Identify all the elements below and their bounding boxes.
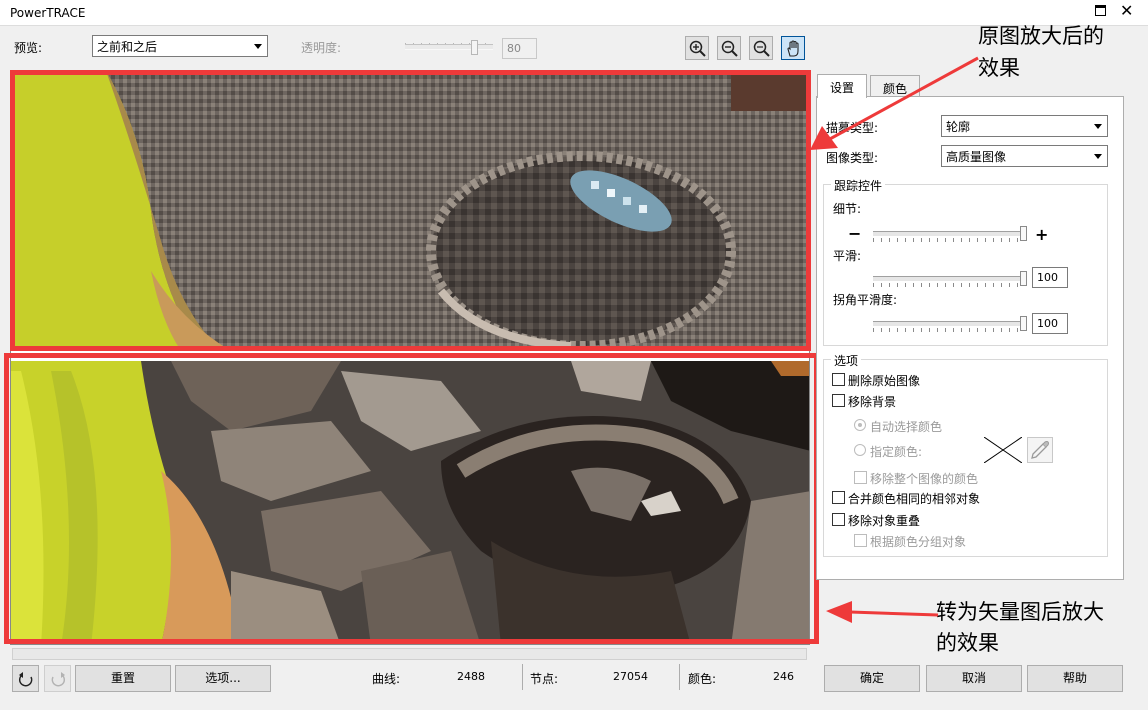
remove-overlap-checkbox[interactable] [832,513,845,526]
transparency-slider-track [405,44,493,50]
preview-label: 预览: [14,41,43,55]
trace-controls-title: 跟踪控件 [831,177,886,194]
corner-smoothness-value[interactable]: 100 [1032,313,1068,334]
remove-color-whole-checkbox[interactable] [854,471,867,484]
delete-original-label: 删除原始图像 [848,374,921,388]
title-bar: PowerTRACE ✕ [0,0,1148,26]
zoom-out-button[interactable] [717,36,741,60]
detail-decrease-icon[interactable]: − [848,226,861,242]
redo-icon [51,672,66,687]
detail-slider[interactable] [873,231,1025,237]
auto-select-color-label: 自动选择颜色 [870,420,943,434]
zoom-fit-icon [753,40,770,57]
annotation-arrow-top [810,56,979,150]
reset-button[interactable]: 重置 [75,665,171,692]
annotation-vector-line2: 的效果 [936,631,999,655]
options-title: 选项 [831,352,862,369]
corner-smoothness-label: 拐角平滑度: [833,293,898,307]
remove-background-label: 移除背景 [848,395,897,409]
detail-slider-ticks [873,238,1025,242]
original-zoom-frame [10,70,811,351]
merge-adjacent-label: 合并颜色相同的相邻对象 [848,492,981,506]
preview-mode-value: 之前和之后 [97,40,158,54]
smoothing-value[interactable]: 100 [1032,267,1068,288]
divider [679,664,680,690]
smoothing-slider[interactable] [873,276,1025,282]
curves-value: 2488 [457,670,485,683]
cancel-button[interactable]: 取消 [926,665,1022,692]
auto-select-color-radio[interactable] [854,419,866,431]
corner-smoothness-slider[interactable] [873,321,1025,327]
delete-original-checkbox[interactable] [832,373,845,386]
colors-count-value: 246 [773,670,794,683]
colors-count-label: 颜色: [688,672,717,686]
zoom-out-icon [721,40,738,57]
close-icon[interactable]: ✕ [1120,1,1133,21]
curves-label: 曲线: [372,672,401,686]
transparency-slider-thumb[interactable] [471,40,479,55]
options-button[interactable]: 选项... [175,665,271,692]
transparency-value[interactable]: 80 [502,38,537,59]
smoothing-slider-ticks [873,283,1025,287]
annotation-original-line1: 原图放大后的 [978,24,1104,48]
divider [522,664,523,690]
specify-color-radio[interactable] [854,444,866,456]
redo-button[interactable] [44,665,71,692]
vector-zoom-frame [4,353,819,644]
maximize-icon[interactable] [1095,5,1106,16]
nodes-value: 27054 [613,670,648,683]
tab-settings[interactable]: 设置 [817,74,868,98]
annotation-arrow-bottom [826,601,939,623]
annotation-vector-line1: 转为矢量图后放大 [936,600,1104,624]
ok-button[interactable]: 确定 [824,665,920,692]
undo-button[interactable] [12,665,39,692]
eyedropper-button[interactable] [1027,437,1053,463]
detail-increase-icon[interactable]: + [1035,227,1048,243]
no-color-swatch-icon[interactable] [984,437,1022,463]
corner-smoothness-slider-thumb[interactable] [1020,316,1027,331]
group-by-color-label: 根据颜色分组对象 [870,535,967,549]
nodes-label: 节点: [530,672,559,686]
smoothing-label: 平滑: [833,249,862,263]
remove-color-whole-label: 移除整个图像的颜色 [870,472,979,486]
zoom-in-icon [689,40,706,57]
smoothing-slider-thumb[interactable] [1020,271,1027,286]
transparency-label: 透明度: [301,41,342,55]
specify-color-label: 指定颜色: [870,445,923,459]
detail-slider-thumb[interactable] [1020,226,1027,241]
zoom-fit-button[interactable] [749,36,773,60]
undo-icon [18,672,33,687]
preview-mode-select[interactable]: 之前和之后 [92,35,268,57]
window-title: PowerTRACE [10,6,86,20]
eyedropper-icon [1031,441,1049,459]
remove-overlap-label: 移除对象重叠 [848,514,921,528]
group-by-color-checkbox[interactable] [854,534,867,547]
zoom-in-button[interactable] [685,36,709,60]
remove-background-checkbox[interactable] [832,394,845,407]
help-button[interactable]: 帮助 [1027,665,1123,692]
merge-adjacent-checkbox[interactable] [832,491,845,504]
detail-label: 细节: [833,202,862,216]
horizontal-scrollbar[interactable] [12,648,807,660]
corner-slider-ticks [873,328,1025,332]
